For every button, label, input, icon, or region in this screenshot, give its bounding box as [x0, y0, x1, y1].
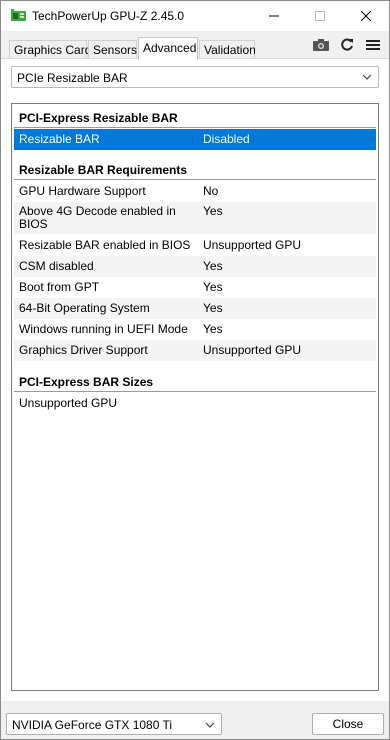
maximize-button[interactable]: [297, 1, 343, 31]
row-value: Yes: [203, 322, 223, 336]
title-bar[interactable]: TechPowerUp GPU-Z 2.45.0: [1, 1, 389, 31]
window-title: TechPowerUp GPU-Z 2.45.0: [32, 9, 185, 23]
tab-validation[interactable]: Validation: [199, 40, 256, 59]
details-list[interactable]: PCI-Express Resizable BAR Resizable BAR …: [11, 103, 379, 691]
minimize-button[interactable]: [251, 1, 297, 31]
row-label: CSM disabled: [19, 259, 94, 273]
row-label: Graphics Driver Support: [19, 343, 148, 357]
chevron-down-icon: [362, 74, 372, 80]
list-item[interactable]: Unsupported GPU: [14, 393, 376, 414]
menu-icon: [366, 40, 380, 50]
row-label: GPU Hardware Support: [19, 184, 146, 198]
camera-icon: [313, 39, 329, 51]
list-item[interactable]: Above 4G Decode enabled in BIOS Yes: [14, 202, 376, 234]
row-label: Resizable BAR enabled in BIOS: [19, 238, 191, 252]
tab-sensors[interactable]: Sensors: [88, 40, 137, 59]
row-value: Unsupported GPU: [203, 238, 302, 252]
row-label: Boot from GPT: [19, 280, 100, 294]
section-header-bar-sizes: PCI-Express BAR Sizes: [14, 372, 376, 392]
gpu-select[interactable]: NVIDIA GeForce GTX 1080 Ti: [6, 713, 222, 735]
gpuz-window: TechPowerUp GPU-Z 2.45.0 Graphics Card S…: [0, 0, 390, 740]
list-item[interactable]: Boot from GPT Yes: [14, 277, 376, 298]
close-button[interactable]: Close: [312, 713, 384, 735]
list-item[interactable]: Resizable BAR Disabled: [14, 129, 376, 150]
row-label: Windows running in UEFI Mode: [19, 322, 188, 336]
row-value: Disabled: [203, 132, 250, 146]
close-window-button[interactable]: [343, 1, 389, 31]
close-icon: [361, 11, 371, 21]
list-item[interactable]: CSM disabled Yes: [14, 256, 376, 277]
list-item[interactable]: GPU Hardware Support No: [14, 181, 376, 202]
gpuz-app-icon: [11, 9, 26, 22]
list-item[interactable]: Windows running in UEFI Mode Yes: [14, 319, 376, 340]
screenshot-button[interactable]: [310, 34, 332, 56]
row-label: Unsupported GPU: [19, 396, 118, 410]
advanced-panel: PCIe Resizable BAR PCI-Express Resizable…: [1, 58, 389, 701]
list-item[interactable]: 64-Bit Operating System Yes: [14, 298, 376, 319]
chevron-down-icon: [205, 722, 215, 728]
row-value: Unsupported GPU: [203, 343, 302, 357]
menu-button[interactable]: [362, 34, 384, 56]
tab-advanced[interactable]: Advanced: [138, 37, 198, 60]
list-item[interactable]: Resizable BAR enabled in BIOS Unsupporte…: [14, 235, 376, 256]
category-select-value: PCIe Resizable BAR: [17, 71, 128, 85]
category-select[interactable]: PCIe Resizable BAR: [11, 66, 379, 88]
list-item[interactable]: Graphics Driver Support Unsupported GPU: [14, 340, 376, 361]
row-label: 64-Bit Operating System: [19, 301, 150, 315]
gpu-select-value: NVIDIA GeForce GTX 1080 Ti: [12, 718, 173, 732]
minimize-icon: [269, 15, 279, 17]
row-label: Above 4G Decode enabled in BIOS: [19, 204, 176, 231]
maximize-icon: [315, 11, 325, 21]
row-label: Resizable BAR: [19, 132, 100, 146]
section-header-resizable-bar: PCI-Express Resizable BAR: [14, 108, 376, 128]
refresh-button[interactable]: [336, 34, 358, 56]
row-value: Yes: [203, 301, 223, 315]
tab-strip: Graphics Card Sensors Advanced Validatio…: [1, 31, 389, 60]
tab-graphics-card[interactable]: Graphics Card: [9, 40, 91, 59]
row-value: Yes: [203, 259, 223, 273]
row-value: Yes: [203, 280, 223, 294]
refresh-icon: [341, 38, 353, 51]
row-value: No: [203, 184, 219, 198]
row-value: Yes: [203, 204, 223, 218]
section-header-requirements: Resizable BAR Requirements: [14, 160, 376, 180]
